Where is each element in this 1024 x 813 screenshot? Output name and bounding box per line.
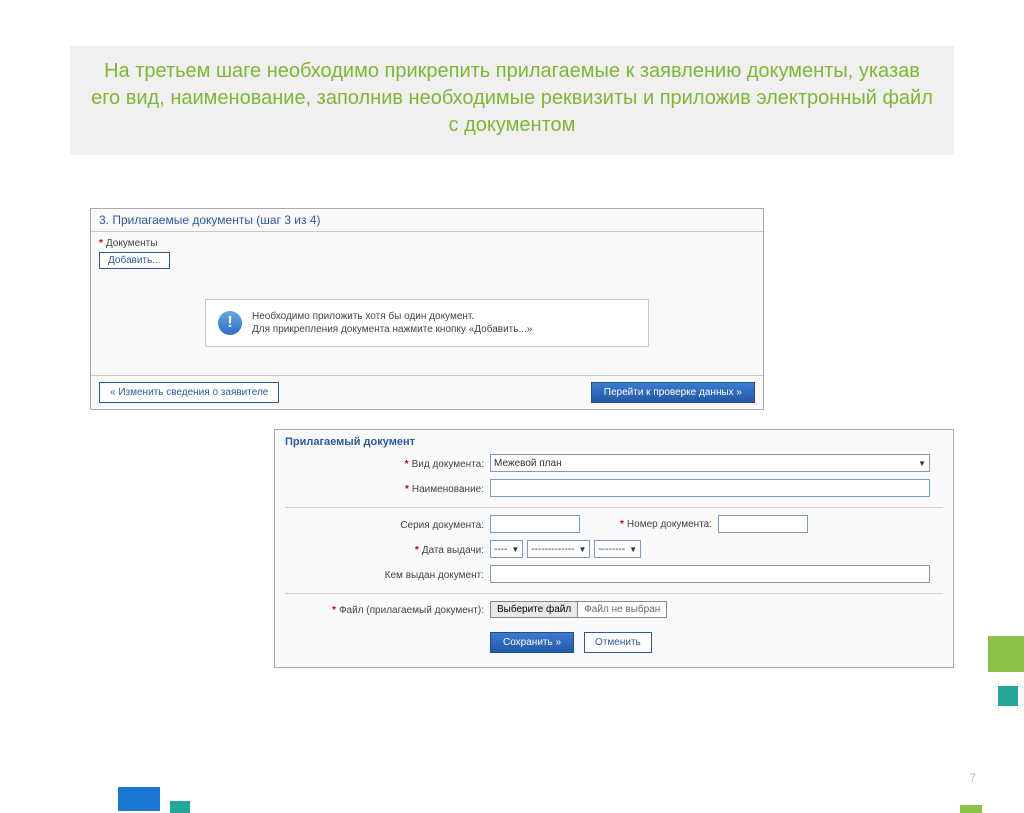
choose-file-button[interactable]: Выберите файл	[490, 601, 578, 618]
file-state: Файл не выбран	[578, 601, 667, 618]
info-icon: !	[218, 311, 242, 335]
date-year-select[interactable]: --------▼	[594, 540, 641, 558]
number-input[interactable]	[718, 515, 808, 533]
issued-by-label: Кем выдан документ:	[385, 570, 484, 581]
decor-square	[988, 636, 1024, 672]
file-label: Файл (прилагаемый документ):	[339, 605, 484, 616]
document-form-panel: Прилагаемый документ *Вид документа: Меж…	[274, 429, 954, 668]
info-line2: Для прикрепления документа нажмите кнопк…	[252, 323, 532, 336]
step-panel: 3. Прилагаемые документы (шаг 3 из 4) *Д…	[90, 208, 764, 410]
slide-title: На третьем шаге необходимо прикрепить пр…	[70, 46, 954, 155]
next-button[interactable]: Перейти к проверке данных »	[591, 382, 755, 403]
form-title: Прилагаемый документ	[285, 436, 415, 448]
add-button[interactable]: Добавить...	[99, 252, 170, 269]
step-header: 3. Прилагаемые документы (шаг 3 из 4)	[91, 209, 763, 232]
info-line1: Необходимо приложить хотя бы один докуме…	[252, 310, 532, 323]
back-button[interactable]: « Изменить сведения о заявителе	[99, 382, 279, 403]
decor-square	[170, 801, 190, 813]
save-button[interactable]: Сохранить »	[490, 632, 574, 653]
page-number: 7	[969, 771, 976, 785]
documents-label: *Документы	[99, 238, 755, 249]
date-month-select[interactable]: -------------▼	[527, 540, 590, 558]
name-input[interactable]	[490, 479, 930, 497]
issued-by-input[interactable]	[490, 565, 930, 583]
date-label: Дата выдачи:	[422, 545, 484, 556]
name-label: Наименование:	[412, 484, 484, 495]
series-label: Серия документа:	[400, 520, 484, 531]
date-day-select[interactable]: ----▼	[490, 540, 523, 558]
decor-square	[118, 787, 160, 811]
info-box: ! Необходимо приложить хотя бы один доку…	[205, 299, 649, 347]
decor-square	[998, 686, 1018, 706]
series-input[interactable]	[490, 515, 580, 533]
decor-square	[960, 805, 982, 813]
doc-type-label: Вид документа:	[412, 459, 484, 470]
cancel-button[interactable]: Отменить	[584, 632, 652, 653]
chevron-down-icon: ▼	[918, 459, 926, 468]
doc-type-select[interactable]: Межевой план▼	[490, 454, 930, 472]
number-label: Номер документа:	[627, 519, 712, 530]
